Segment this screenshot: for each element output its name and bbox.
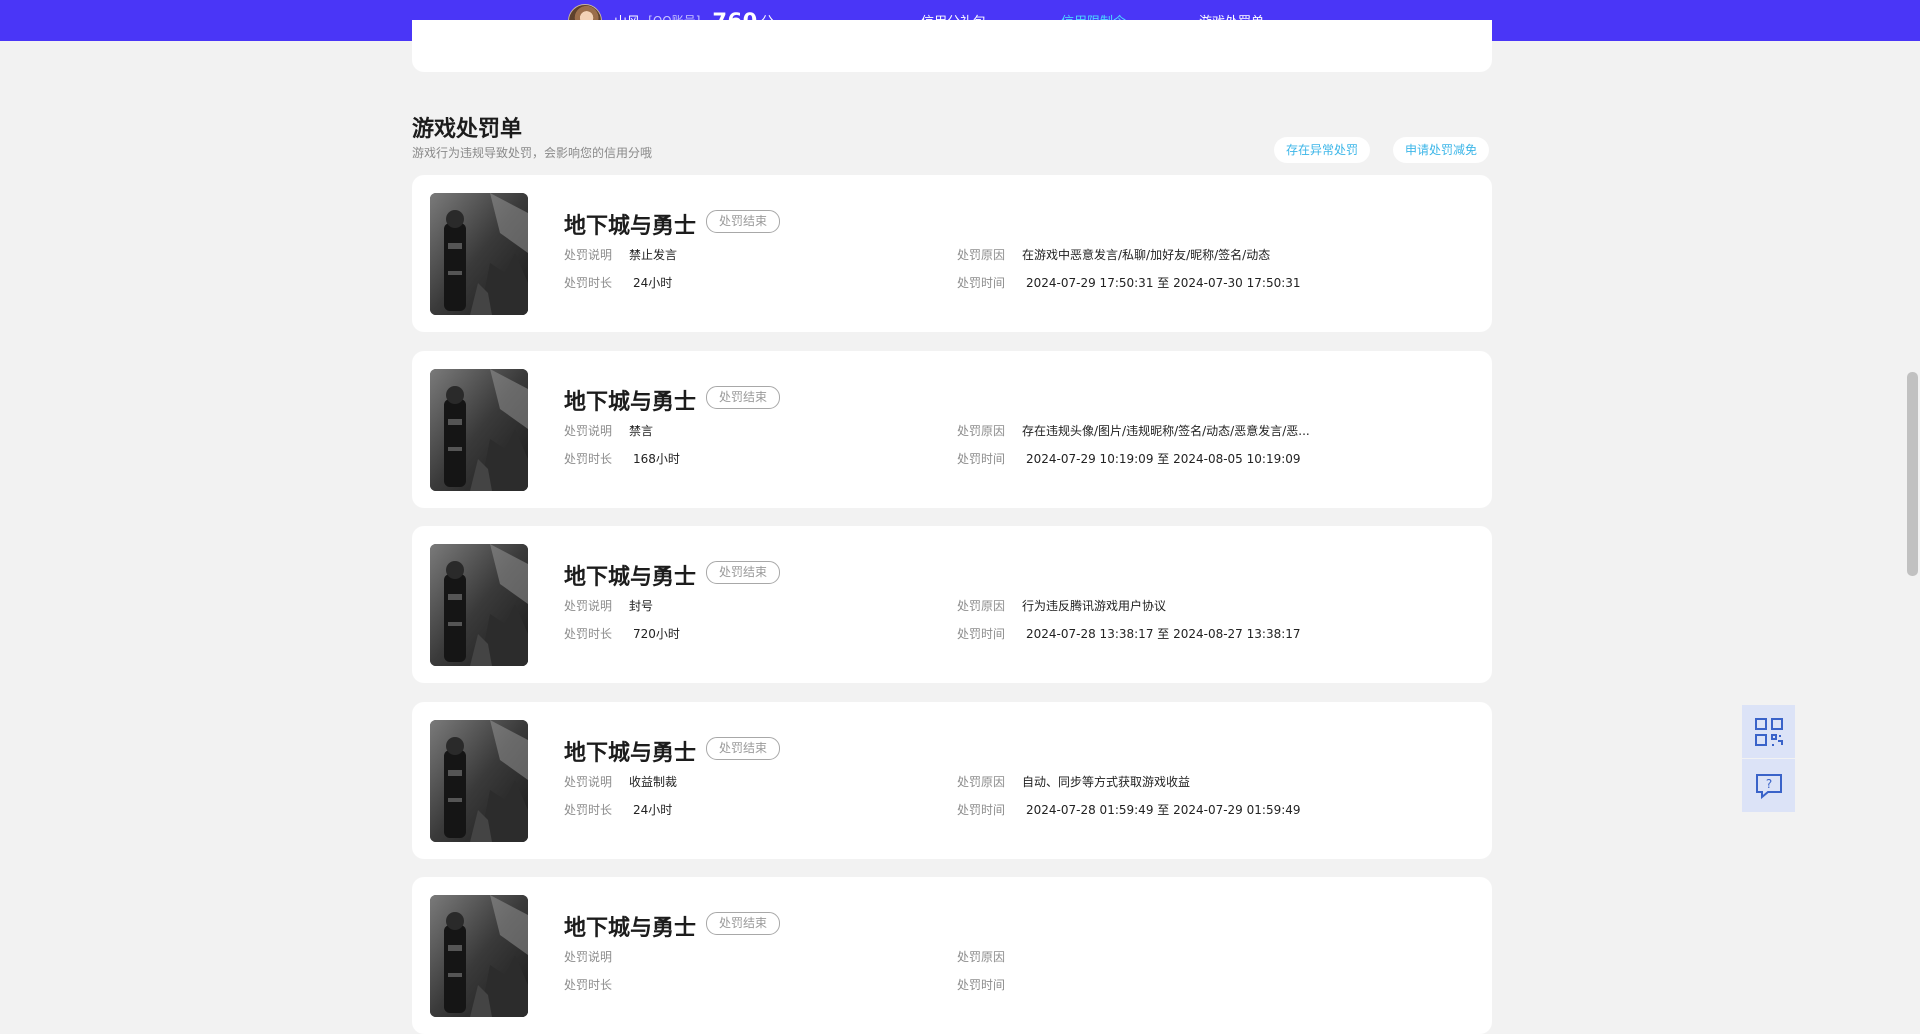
reason-label: 处罚原因	[957, 775, 1006, 789]
time-label: 处罚时间	[957, 276, 1006, 290]
qr-code-icon	[1754, 717, 1783, 746]
game-thumbnail	[430, 720, 528, 842]
status-badge: 处罚结束	[706, 912, 781, 935]
time-label: 处罚时间	[957, 978, 1006, 992]
status-badge: 处罚结束	[706, 386, 781, 409]
time-label: 处罚时间	[957, 452, 1006, 466]
punishment-card[interactable]: 地下城与勇士 处罚结束 处罚说明 封号 处罚时长 720小时 处罚原因 行为违反…	[412, 526, 1492, 683]
desc-label: 处罚说明	[564, 248, 613, 262]
game-thumbnail	[430, 193, 528, 315]
time-value: 2024-07-29 17:50:31 至 2024-07-30 17:50:3…	[1026, 276, 1301, 290]
game-name: 地下城与勇士	[564, 741, 697, 766]
reason-value: 存在违规头像/图片/违规昵称/签名/动态/恶意发言/恶...	[1022, 424, 1310, 438]
time-label: 处罚时间	[957, 803, 1006, 817]
time-label: 处罚时间	[957, 627, 1006, 641]
desc-value: 收益制裁	[629, 775, 678, 789]
scrollbar-thumb[interactable]	[1907, 372, 1918, 576]
status-badge: 处罚结束	[706, 737, 781, 760]
qr-code-button[interactable]	[1742, 705, 1795, 758]
time-value: 2024-07-28 01:59:49 至 2024-07-29 01:59:4…	[1026, 803, 1301, 817]
reason-label: 处罚原因	[957, 950, 1006, 964]
apply-reduction-button[interactable]: 申请处罚减免	[1393, 137, 1490, 163]
game-name: 地下城与勇士	[564, 214, 697, 239]
punishment-card[interactable]: 地下城与勇士 处罚结束 处罚说明 禁止发言 处罚时长 24小时 处罚原因 在游戏…	[412, 175, 1492, 332]
reason-value: 在游戏中恶意发言/私聊/加好友/昵称/签名/动态	[1022, 248, 1271, 262]
desc-label: 处罚说明	[564, 950, 613, 964]
help-button[interactable]: ?	[1742, 759, 1795, 812]
game-name: 地下城与勇士	[564, 565, 697, 590]
duration-label: 处罚时长	[564, 452, 613, 466]
time-value: 2024-07-29 10:19:09 至 2024-08-05 10:19:0…	[1026, 452, 1301, 466]
reason-value: 自动、同步等方式获取游戏收益	[1022, 775, 1191, 789]
duration-value: 720小时	[633, 627, 680, 641]
duration-value: 24小时	[633, 276, 673, 290]
punishment-card[interactable]: 地下城与勇士 处罚结束 处罚说明 收益制裁 处罚时长 24小时 处罚原因 自动、…	[412, 702, 1492, 859]
desc-value: 封号	[629, 599, 654, 613]
status-badge: 处罚结束	[706, 210, 781, 233]
desc-label: 处罚说明	[564, 775, 613, 789]
time-value: 2024-07-28 13:38:17 至 2024-08-27 13:38:1…	[1026, 627, 1301, 641]
game-thumbnail	[430, 369, 528, 491]
abnormal-punishment-button[interactable]: 存在异常处罚	[1274, 137, 1371, 163]
section-subtitle: 游戏行为违规导致处罚，会影响您的信用分哦	[412, 146, 653, 160]
duration-value: 168小时	[633, 452, 680, 466]
duration-label: 处罚时长	[564, 276, 613, 290]
previous-card	[412, 20, 1492, 72]
duration-label: 处罚时长	[564, 803, 613, 817]
help-chat-icon: ?	[1755, 773, 1782, 799]
desc-value: 禁止发言	[629, 248, 678, 262]
game-name: 地下城与勇士	[564, 916, 697, 941]
reason-label: 处罚原因	[957, 599, 1006, 613]
game-thumbnail	[430, 895, 528, 1017]
reason-label: 处罚原因	[957, 248, 1006, 262]
reason-label: 处罚原因	[957, 424, 1006, 438]
desc-label: 处罚说明	[564, 424, 613, 438]
svg-text:?: ?	[1765, 777, 1771, 791]
game-thumbnail	[430, 544, 528, 666]
status-badge: 处罚结束	[706, 561, 781, 584]
punishment-card[interactable]: 地下城与勇士 处罚结束 处罚说明 禁言 处罚时长 168小时 处罚原因 存在违规…	[412, 351, 1492, 508]
desc-label: 处罚说明	[564, 599, 613, 613]
punishment-card[interactable]: 地下城与勇士 处罚结束 处罚说明 处罚时长 处罚原因 处罚时间	[412, 877, 1492, 1034]
game-name: 地下城与勇士	[564, 390, 697, 415]
duration-label: 处罚时长	[564, 978, 613, 992]
reason-value: 行为违反腾讯游戏用户协议	[1022, 599, 1167, 613]
desc-value: 禁言	[629, 424, 654, 438]
duration-value: 24小时	[633, 803, 673, 817]
section-title: 游戏处罚单	[412, 117, 523, 142]
duration-label: 处罚时长	[564, 627, 613, 641]
